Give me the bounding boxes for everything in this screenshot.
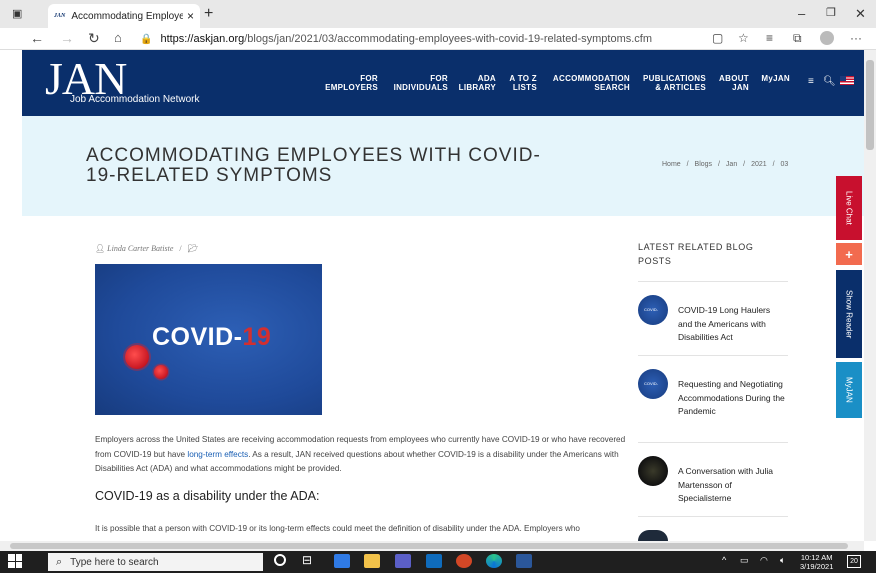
search-icon[interactable]: 🔍︎ <box>823 76 836 87</box>
edge-icon[interactable] <box>486 554 502 568</box>
divider <box>638 442 788 443</box>
intro-paragraph: Employers across the United States are r… <box>95 435 626 473</box>
post-thumbnail[interactable] <box>638 530 668 541</box>
url-path: /blogs/jan/2021/03/accommodating-employe… <box>244 33 653 45</box>
vertical-scroll-thumb[interactable] <box>866 60 874 150</box>
word-icon[interactable] <box>516 554 532 568</box>
related-post-link[interactable]: Requesting and Negotiating Accommodation… <box>678 378 786 419</box>
menu-icon[interactable]: ≡ <box>808 76 814 87</box>
url-domain: https://askjan.org <box>160 33 245 45</box>
file-explorer-icon[interactable] <box>364 554 380 568</box>
hero-text: COVID-19 <box>152 323 272 351</box>
post-meta: 👤︎ Linda Carter Batiste / 📂︎ <box>95 244 198 253</box>
plus-button[interactable]: + <box>836 243 862 265</box>
search-icon: ⌕ <box>56 555 63 568</box>
browser-tab[interactable]: JAN Accommodating Employees with × <box>48 4 200 28</box>
nav-for-employers[interactable]: FOR EMPLOYERS <box>322 74 378 92</box>
chevron-up-icon[interactable]: ^ <box>722 555 726 565</box>
powerpoint-icon[interactable] <box>456 554 472 568</box>
breadcrumb-jan[interactable]: Jan <box>726 161 737 168</box>
lock-icon[interactable]: 🔒 <box>140 34 152 45</box>
show-reader-button[interactable]: Show Reader <box>836 270 862 358</box>
long-term-effects-link[interactable]: long-term effects <box>187 450 248 459</box>
breadcrumb-home[interactable]: Home <box>662 161 681 168</box>
virus-graphic <box>154 365 168 379</box>
nav-a-to-z-lists[interactable]: A TO Z LISTS <box>504 74 537 92</box>
us-flag-icon[interactable] <box>840 76 854 85</box>
taskbar-search-box[interactable]: ⌕ Type here to search <box>48 553 263 571</box>
minimize-icon[interactable]: – <box>798 6 805 21</box>
author-name[interactable]: Linda Carter Batiste <box>107 244 173 253</box>
more-icon[interactable]: ··· <box>850 31 862 45</box>
live-chat-button[interactable]: Live Chat <box>836 176 862 240</box>
folder-icon: 📂︎ <box>187 244 198 253</box>
virus-graphic <box>125 345 149 369</box>
breadcrumb-blogs[interactable]: Blogs <box>695 161 713 168</box>
notifications-icon[interactable]: 20 <box>847 555 861 568</box>
restore-icon[interactable]: ❐ <box>826 6 836 19</box>
address-bar[interactable]: 🔒 https://askjan.org/blogs/jan/2021/03/a… <box>140 30 698 48</box>
nav-accommodation-search[interactable]: ACCOMMODATION SEARCH <box>546 74 630 92</box>
tab-title: Accommodating Employees with <box>71 10 183 22</box>
related-post-link[interactable]: A Conversation with Julia Martensson of … <box>678 465 786 506</box>
breadcrumb-03: 03 <box>780 161 789 168</box>
refresh-icon[interactable]: ↻ <box>88 30 100 47</box>
favorite-icon[interactable]: ☆ <box>738 31 749 45</box>
cortana-icon[interactable] <box>274 554 286 566</box>
favorites-icon[interactable]: ≡ <box>766 31 773 45</box>
breadcrumb: Home / Blogs / Jan / 2021 / 03 <box>662 161 789 168</box>
divider <box>638 355 788 356</box>
nav-about-jan[interactable]: ABOUT JAN <box>714 74 749 92</box>
close-window-icon[interactable]: ✕ <box>855 6 866 22</box>
forward-icon[interactable]: → <box>60 30 74 46</box>
tab-actions-icon[interactable]: ▣ <box>12 7 22 20</box>
post-thumbnail[interactable] <box>638 456 668 486</box>
jan-logo-subtitle[interactable]: Job Accommodation Network <box>70 94 200 105</box>
teams-icon[interactable] <box>395 554 411 568</box>
new-tab-icon[interactable]: + <box>204 5 213 23</box>
section-paragraph: It is possible that a person with COVID-… <box>95 524 580 533</box>
related-posts-heading: LATEST RELATED BLOG POSTS <box>638 242 754 266</box>
jan-favicon-icon: JAN <box>54 13 66 19</box>
battery-icon[interactable]: ▭ <box>740 555 749 566</box>
windows-start-icon[interactable] <box>8 554 22 568</box>
wifi-icon[interactable]: ◠ <box>760 555 768 566</box>
myjan-button[interactable]: MyJAN <box>836 362 862 418</box>
divider <box>638 281 788 282</box>
breadcrumb-2021[interactable]: 2021 <box>751 161 767 168</box>
system-clock[interactable]: 10:12 AM 3/19/2021 <box>800 553 833 571</box>
post-thumbnail-label: COVID- <box>644 307 658 312</box>
volume-icon[interactable]: 🔈︎ <box>780 555 785 566</box>
taskbar-search-placeholder: Type here to search <box>70 556 159 568</box>
store-icon[interactable] <box>334 554 350 568</box>
back-icon[interactable]: ← <box>30 30 44 46</box>
horizontal-scroll-thumb[interactable] <box>10 543 848 549</box>
close-tab-icon[interactable]: × <box>187 9 194 23</box>
page-title: ACCOMMODATING EMPLOYEES WITH COVID-19-RE… <box>86 145 541 186</box>
clock-time: 10:12 AM <box>800 553 833 562</box>
nav-for-individuals[interactable]: FOR INDIVIDUALS <box>386 74 448 92</box>
related-post-link[interactable]: COVID-19 Long Haulers and the Americans … <box>678 304 786 345</box>
post-thumbnail-label: COVID- <box>644 381 658 386</box>
profile-icon[interactable] <box>820 31 834 45</box>
nav-myjan[interactable]: MyJAN <box>758 74 790 83</box>
clock-date: 3/19/2021 <box>800 562 834 571</box>
nav-publications-articles[interactable]: PUBLICATIONS & ARTICLES <box>638 74 706 92</box>
home-icon[interactable]: ⌂ <box>114 30 122 45</box>
collections-icon[interactable]: ⧉ <box>793 31 802 46</box>
divider <box>638 516 788 517</box>
user-icon: 👤︎ <box>95 244 106 253</box>
section-heading: COVID-19 as a disability under the ADA: <box>95 489 320 503</box>
nav-ada-library[interactable]: ADA LIBRARY <box>456 74 496 92</box>
task-view-icon[interactable]: ⊟ <box>302 553 312 567</box>
outlook-icon[interactable] <box>426 554 442 568</box>
reader-icon[interactable]: ▢ <box>712 31 723 45</box>
